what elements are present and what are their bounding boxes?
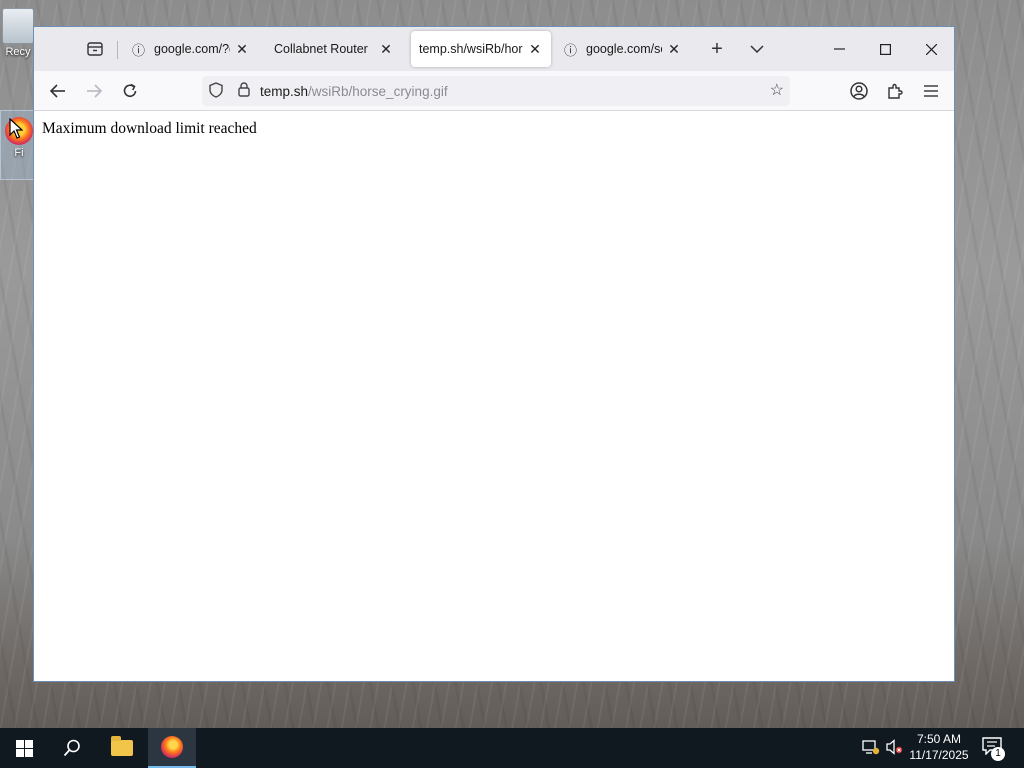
search-button[interactable] — [48, 728, 96, 768]
forward-button[interactable] — [79, 77, 109, 105]
notification-count-badge: 1 — [991, 747, 1005, 761]
tab-title: google.com/search — [586, 42, 662, 56]
desktop-icon-label: Recy — [5, 46, 31, 58]
clock-time: 7:50 AM — [916, 732, 962, 746]
tab-google-search[interactable]: ⓘ google.com/search ✕ — [556, 31, 690, 67]
taskbar: 7:50 AM 11/17/2025 1 — [0, 728, 1024, 768]
url-path: /wsiRb/horse_crying.gif — [308, 83, 448, 99]
tab-separator — [117, 41, 118, 59]
forward-arrow-icon — [87, 84, 102, 98]
browser-window: ⓘ google.com/?gws_rd=ssl ✕ Collabnet Rou… — [33, 26, 955, 682]
tab-temp-sh[interactable]: temp.sh/wsiRb/horse_crying.gif ✕ — [411, 31, 551, 67]
close-icon — [925, 43, 937, 55]
taskbar-clock[interactable]: 7:50 AM 11/17/2025 — [905, 731, 973, 763]
reload-button[interactable] — [115, 77, 145, 105]
firefox-taskbar-button[interactable] — [148, 728, 196, 768]
list-all-tabs-button[interactable] — [742, 35, 772, 63]
url-bar[interactable]: temp.sh/wsiRb/horse_crying.gif ☆ — [202, 76, 790, 106]
chevron-down-icon — [750, 45, 764, 53]
app-menu-button[interactable] — [916, 77, 946, 105]
folder-icon — [111, 736, 133, 756]
tab-collabnet-router[interactable]: Collabnet Router ✕ — [266, 31, 402, 67]
tab-title: Collabnet Router — [274, 42, 368, 56]
close-tab-icon[interactable]: ✕ — [378, 41, 394, 58]
extensions-button[interactable] — [880, 77, 910, 105]
tab-title: temp.sh/wsiRb/horse_crying.gif — [419, 42, 523, 56]
close-tab-icon[interactable]: ✕ — [234, 41, 250, 58]
account-icon — [850, 82, 868, 100]
tab-title: google.com/?gws_rd=ssl — [154, 42, 230, 56]
minimize-icon — [833, 48, 845, 50]
minimize-button[interactable] — [816, 27, 862, 71]
info-icon: ⓘ — [564, 42, 578, 58]
start-button[interactable] — [0, 728, 48, 768]
mouse-cursor-icon — [9, 118, 23, 139]
firefox-icon — [161, 736, 183, 758]
close-window-button[interactable] — [908, 27, 954, 71]
close-tab-icon[interactable]: ✕ — [666, 41, 682, 58]
back-arrow-icon — [50, 84, 65, 98]
reload-icon — [123, 83, 137, 97]
firefox-view-icon — [87, 42, 103, 56]
account-button[interactable] — [844, 77, 874, 105]
page-content: Maximum download limit reached — [34, 111, 954, 681]
recycle-bin-icon — [2, 8, 34, 44]
tab-bar: ⓘ google.com/?gws_rd=ssl ✕ Collabnet Rou… — [34, 27, 954, 71]
url-host: temp.sh — [260, 83, 309, 99]
info-icon: ⓘ — [132, 42, 146, 58]
shield-icon[interactable] — [202, 81, 230, 101]
firefox-view-button[interactable] — [80, 35, 110, 63]
desktop-icon-label: Fi — [14, 147, 24, 159]
clock-date: 11/17/2025 — [909, 748, 969, 762]
desktop-recycle-bin[interactable]: Recy — [0, 8, 36, 58]
hamburger-icon — [924, 85, 938, 97]
volume-muted-icon[interactable] — [886, 739, 904, 758]
download-limit-message: Maximum download limit reached — [42, 120, 257, 137]
navigation-bar: temp.sh/wsiRb/horse_crying.gif ☆ — [34, 71, 954, 111]
back-button[interactable] — [43, 77, 73, 105]
maximize-icon — [879, 43, 891, 55]
new-tab-button[interactable]: + — [702, 35, 732, 63]
file-explorer-button[interactable] — [98, 728, 146, 768]
tab-google-1[interactable]: ⓘ google.com/?gws_rd=ssl ✕ — [124, 31, 258, 67]
close-tab-icon[interactable]: ✕ — [527, 41, 543, 58]
search-icon — [63, 739, 80, 757]
bookmark-star-icon[interactable]: ☆ — [770, 80, 784, 100]
plus-icon: + — [711, 37, 723, 60]
lock-icon[interactable] — [230, 82, 258, 100]
puzzle-icon — [888, 83, 903, 99]
network-icon[interactable] — [862, 739, 880, 758]
maximize-button[interactable] — [862, 27, 908, 71]
windows-logo-icon — [15, 739, 33, 757]
